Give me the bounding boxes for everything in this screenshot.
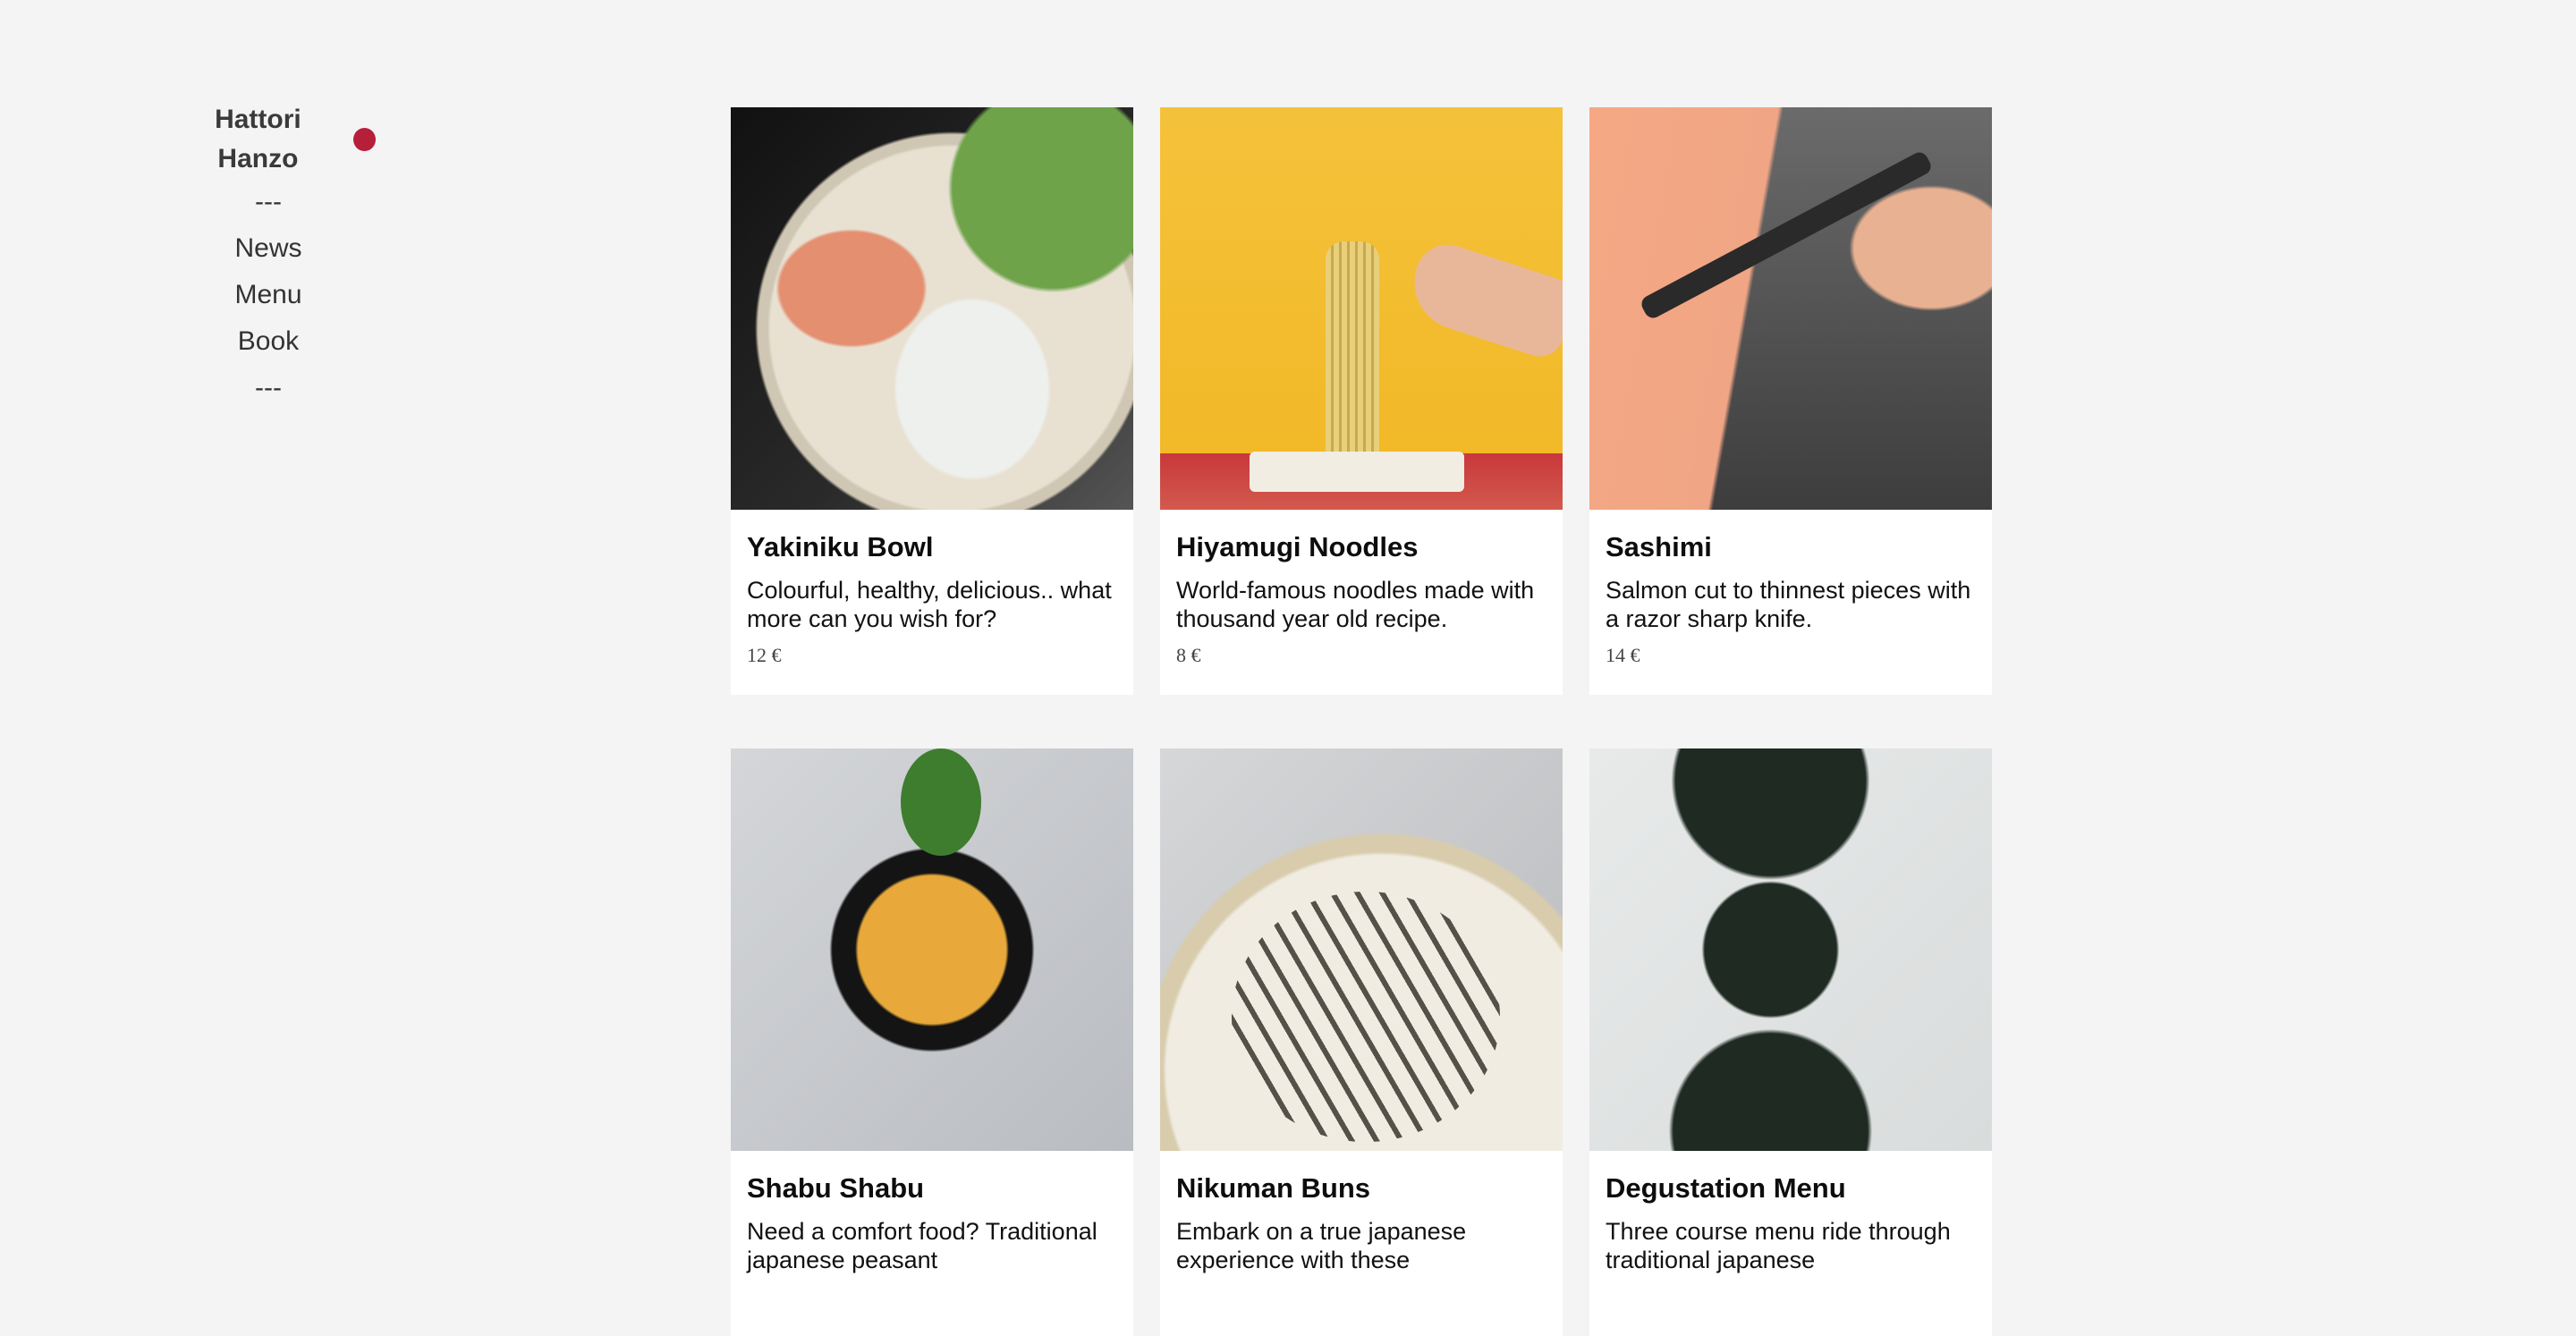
card-description: Colourful, healthy, delicious.. what mor…	[747, 577, 1112, 632]
nav-link-menu[interactable]: Menu	[161, 272, 376, 318]
food-image	[731, 107, 1133, 510]
menu-card-sashimi[interactable]: Sashimi Salmon cut to thinnest pieces wi…	[1589, 107, 1992, 695]
card-price: 8 €	[1176, 644, 1201, 666]
card-body: Degustation Menu Three course menu ride …	[1589, 1151, 1992, 1299]
menu-card-shabu-shabu[interactable]: Shabu Shabu Need a comfort food? Traditi…	[731, 748, 1133, 1336]
brand-name[interactable]: Hattori Hanzo	[174, 100, 343, 179]
separator-top: ---	[255, 187, 282, 216]
food-image	[1589, 748, 1992, 1151]
food-image	[731, 748, 1133, 1151]
card-body: Shabu Shabu Need a comfort food? Traditi…	[731, 1151, 1133, 1299]
nav-link-news[interactable]: News	[161, 225, 376, 272]
menu-card-nikuman-buns[interactable]: Nikuman Buns Embark on a true japanese e…	[1160, 748, 1563, 1336]
brand[interactable]: Hattori Hanzo	[174, 100, 376, 179]
card-title: Nikuman Buns	[1176, 1172, 1371, 1204]
card-price: 12 €	[747, 644, 782, 666]
menu-card-hiyamugi-noodles[interactable]: Hiyamugi Noodles World-famous noodles ma…	[1160, 107, 1563, 695]
card-description: Salmon cut to thinnest pieces with a raz…	[1606, 577, 1971, 632]
card-body: Sashimi Salmon cut to thinnest pieces wi…	[1589, 510, 1992, 681]
card-description: World-famous noodles made with thousand …	[1176, 577, 1535, 632]
card-description: Three course menu ride through tradition…	[1606, 1218, 1951, 1273]
card-description: Need a comfort food? Traditional japanes…	[747, 1218, 1097, 1273]
food-image	[1160, 107, 1563, 510]
card-description: Embark on a true japanese experience wit…	[1176, 1218, 1467, 1273]
card-title: Hiyamugi Noodles	[1176, 531, 1419, 562]
menu-card-degustation-menu[interactable]: Degustation Menu Three course menu ride …	[1589, 748, 1992, 1336]
card-price: 14 €	[1606, 644, 1640, 666]
card-body: Nikuman Buns Embark on a true japanese e…	[1160, 1151, 1563, 1299]
card-title: Yakiniku Bowl	[747, 531, 934, 562]
card-title: Sashimi	[1606, 531, 1712, 562]
separator-bottom: ---	[255, 373, 282, 402]
nav-link-book[interactable]: Book	[161, 318, 376, 365]
menu-grid: Yakiniku Bowl Colourful, healthy, delici…	[731, 107, 1992, 1336]
food-image	[1589, 107, 1992, 510]
hand-image	[1402, 236, 1563, 363]
card-body: Yakiniku Bowl Colourful, healthy, delici…	[731, 510, 1133, 681]
sidebar: Hattori Hanzo --- News Menu Book ---	[161, 100, 376, 411]
brand-dot-icon	[352, 128, 376, 151]
food-image	[1160, 748, 1563, 1151]
card-title: Shabu Shabu	[747, 1172, 925, 1204]
card-title: Degustation Menu	[1606, 1172, 1846, 1204]
menu-card-yakiniku-bowl[interactable]: Yakiniku Bowl Colourful, healthy, delici…	[731, 107, 1133, 695]
card-body: Hiyamugi Noodles World-famous noodles ma…	[1160, 510, 1563, 681]
